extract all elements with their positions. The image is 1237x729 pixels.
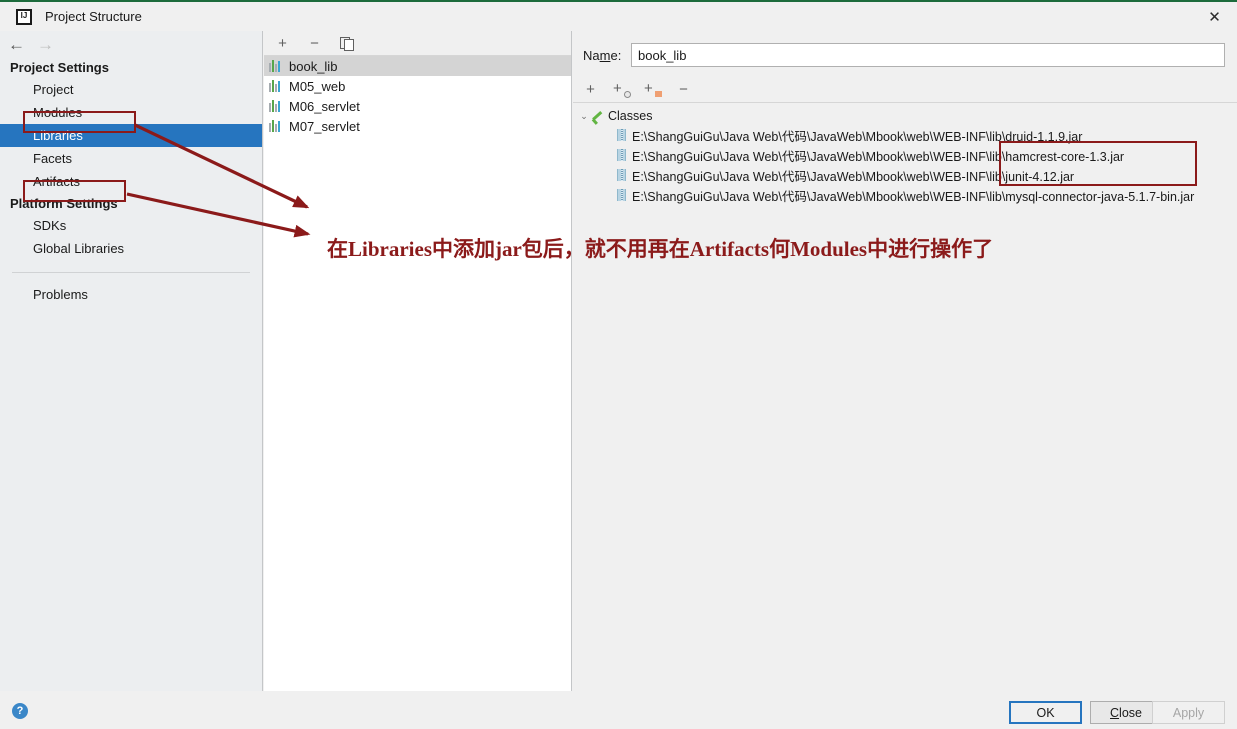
jar-path: E:\ShangGuiGu\Java Web\代码\JavaWeb\Mbook\… xyxy=(632,169,1075,184)
jar-file-icon xyxy=(617,169,626,181)
library-roots-toolbar: + + + − xyxy=(573,77,1237,103)
settings-sidebar: ← → Project Settings Project Modules Lib… xyxy=(0,31,263,691)
help-icon[interactable]: ? xyxy=(12,703,28,719)
library-name: book_lib xyxy=(289,58,338,74)
sidebar-item-global-libraries[interactable]: Global Libraries xyxy=(0,237,262,260)
jar-path: E:\ShangGuiGu\Java Web\代码\JavaWeb\Mbook\… xyxy=(632,149,1125,164)
title-bar: Project Structure ✕ xyxy=(0,2,1237,31)
ok-button[interactable]: OK xyxy=(1009,701,1082,724)
forward-arrow-icon[interactable]: → xyxy=(37,36,54,53)
sidebar-item-artifacts[interactable]: Artifacts xyxy=(0,170,262,193)
apply-button: Apply xyxy=(1152,701,1225,724)
remove-root-button[interactable]: − xyxy=(675,81,692,98)
list-item[interactable]: M07_servlet xyxy=(264,116,571,136)
window-title: Project Structure xyxy=(45,9,142,24)
jar-path: E:\ShangGuiGu\Java Web\代码\JavaWeb\Mbook\… xyxy=(632,129,1083,144)
list-item[interactable]: M06_servlet xyxy=(264,96,571,116)
sidebar-group-title: Platform Settings xyxy=(10,196,118,211)
dialog-footer: ? OK Close Apply xyxy=(0,691,1237,729)
library-list-panel: + − book_lib M05_web M06_servlet M07_ser… xyxy=(264,31,572,691)
square-badge-icon xyxy=(655,91,662,97)
jar-path: E:\ShangGuiGu\Java Web\代码\JavaWeb\Mbook\… xyxy=(632,189,1195,204)
tree-item-jar[interactable]: E:\ShangGuiGu\Java Web\代码\JavaWeb\Mbook\… xyxy=(573,125,1237,145)
sidebar-item-project[interactable]: Project xyxy=(0,78,262,101)
sidebar-item-modules[interactable]: Modules xyxy=(0,101,262,124)
intellij-idea-icon xyxy=(16,8,32,25)
sidebar-navigation: ← → xyxy=(0,31,262,57)
list-item[interactable]: M05_web xyxy=(264,76,571,96)
back-arrow-icon[interactable]: ← xyxy=(8,36,25,53)
sidebar-item-problems[interactable]: Problems xyxy=(0,283,262,306)
tree-item-jar[interactable]: E:\ShangGuiGu\Java Web\代码\JavaWeb\Mbook\… xyxy=(573,185,1237,205)
library-list-toolbar: + − xyxy=(264,31,571,56)
sidebar-group-title: Project Settings xyxy=(10,60,109,75)
sidebar-group-platform-settings: Platform Settings SDKs Global Libraries xyxy=(0,193,262,260)
name-label: Name: xyxy=(583,47,622,63)
tree-node-label: Classes xyxy=(608,109,653,123)
sidebar-divider xyxy=(12,272,250,273)
chevron-down-icon[interactable]: ⌄ xyxy=(577,109,591,123)
add-library-button[interactable]: + xyxy=(274,35,291,52)
copy-library-button[interactable] xyxy=(338,35,355,52)
tree-item-jar[interactable]: E:\ShangGuiGu\Java Web\代码\JavaWeb\Mbook\… xyxy=(573,165,1237,185)
jar-file-icon xyxy=(617,189,626,201)
plus-glyph: + xyxy=(613,80,622,97)
library-icon xyxy=(269,80,283,92)
add-root-button[interactable]: + xyxy=(582,81,599,98)
library-roots-tree: ⌄ Classes E:\ShangGuiGu\Java Web\代码\Java… xyxy=(573,103,1237,205)
add-sources-root-button[interactable]: + xyxy=(644,80,662,98)
close-icon[interactable]: ✕ xyxy=(1192,2,1237,31)
plus-glyph: + xyxy=(644,80,653,97)
library-name: M05_web xyxy=(289,78,346,94)
annotation-text: 在Libraries中添加jar包后，就不用再在Artifacts何Module… xyxy=(327,237,994,261)
sidebar-item-libraries[interactable]: Libraries xyxy=(0,124,262,147)
library-detail-panel: Name: + + + − ⌄ Classes E:\ShangGuiGu\Ja… xyxy=(573,31,1237,691)
library-name-input[interactable] xyxy=(631,43,1225,67)
project-structure-dialog: Project Structure ✕ ← → Project Settings… xyxy=(0,0,1237,729)
remove-library-button[interactable]: − xyxy=(306,35,323,52)
sidebar-item-facets[interactable]: Facets xyxy=(0,147,262,170)
library-name: M06_servlet xyxy=(289,98,360,114)
library-icon xyxy=(269,60,283,72)
jar-file-icon xyxy=(617,149,626,161)
circle-badge-icon xyxy=(624,91,631,98)
sidebar-group-project-settings: Project Settings Project Modules Librari… xyxy=(0,57,262,193)
library-icon xyxy=(269,100,283,112)
sidebar-item-sdks[interactable]: SDKs xyxy=(0,214,262,237)
library-name-row: Name: xyxy=(573,43,1237,67)
list-item[interactable]: book_lib xyxy=(264,56,571,76)
dialog-body: ← → Project Settings Project Modules Lib… xyxy=(0,31,1237,691)
tree-node-classes[interactable]: ⌄ Classes xyxy=(573,107,1237,125)
tree-item-jar[interactable]: E:\ShangGuiGu\Java Web\代码\JavaWeb\Mbook\… xyxy=(573,145,1237,165)
library-icon xyxy=(269,120,283,132)
add-classes-root-button[interactable]: + xyxy=(613,80,631,98)
library-name: M07_servlet xyxy=(289,118,360,134)
copy-icon xyxy=(340,36,354,51)
classes-root-icon xyxy=(591,109,605,123)
jar-file-icon xyxy=(617,129,626,141)
